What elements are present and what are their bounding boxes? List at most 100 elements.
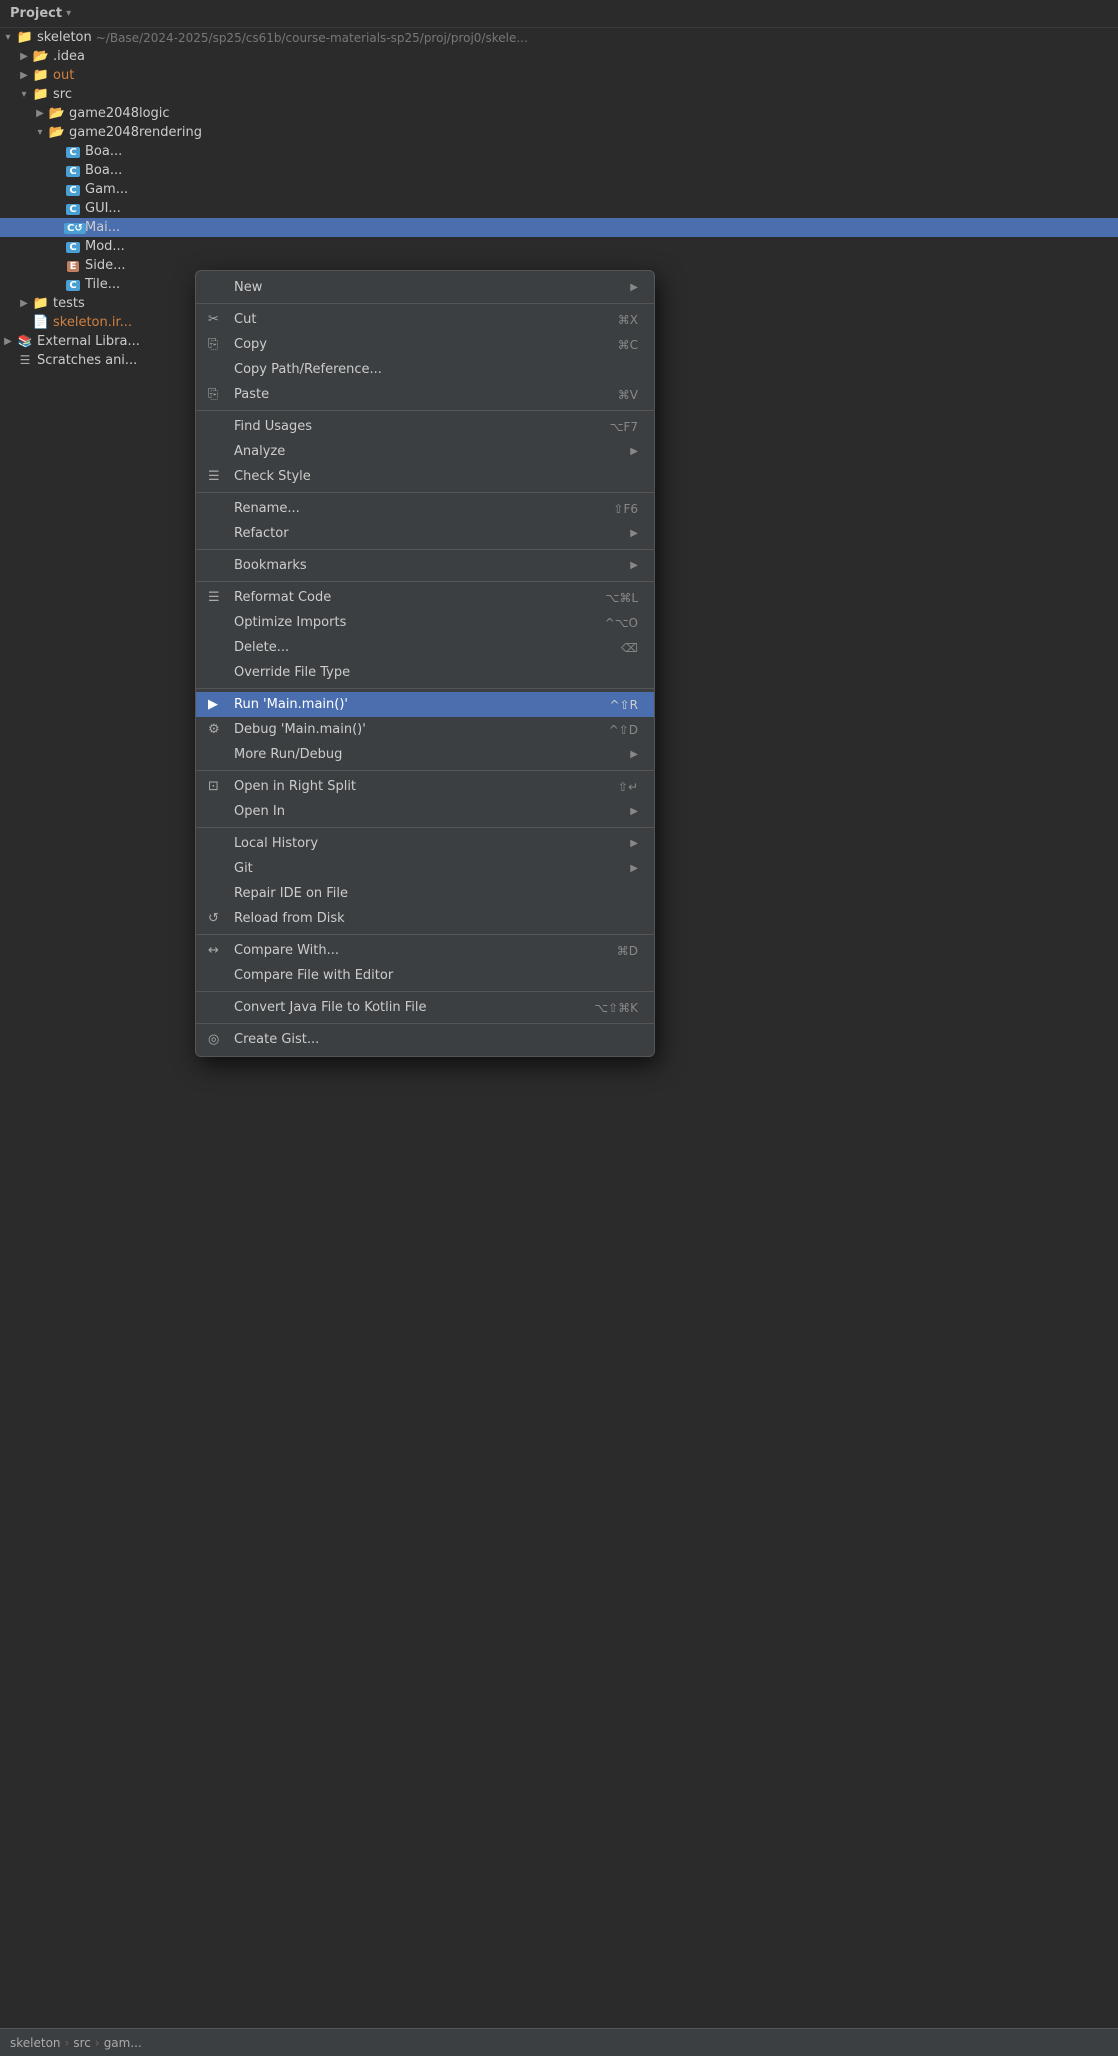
menu-item-bookmarks[interactable]: Bookmarks▶: [196, 553, 654, 578]
menu-label-reload-from-disk: Reload from Disk: [234, 911, 638, 926]
menu-item-rename[interactable]: Rename...⇧F6: [196, 496, 654, 521]
menu-shortcut-find-usages: ⌥F7: [610, 420, 638, 434]
tree-item-board1[interactable]: CBoa...: [0, 142, 1118, 161]
menu-item-new[interactable]: New ▶: [196, 275, 654, 300]
tree-item-main[interactable]: C↺Mai...: [0, 218, 1118, 237]
tree-item-src[interactable]: ▾📁src: [0, 85, 1118, 104]
menu-item-optimize-imports[interactable]: Optimize Imports^⌥O: [196, 610, 654, 635]
tree-item-board2[interactable]: CBoa...: [0, 161, 1118, 180]
tree-arrow-game2048rendering: ▾: [32, 127, 48, 138]
menu-label-convert-java-kotlin: Convert Java File to Kotlin File: [234, 1000, 574, 1015]
tree-item-out[interactable]: ▶📁out: [0, 66, 1118, 85]
menu-item-paste[interactable]: ⎘Paste⌘V: [196, 382, 654, 407]
tree-label-game2048rendering: game2048rendering: [69, 125, 202, 140]
tree-arrow-out: ▶: [16, 70, 32, 81]
menu-item-analyze[interactable]: Analyze▶: [196, 439, 654, 464]
context-menu: New▶✂Cut⌘X⎘Copy⌘CCopy Path/Reference...⎘…: [195, 270, 655, 1057]
menu-shortcut-rename: ⇧F6: [613, 502, 638, 516]
tree-arrow-external-libs: ▶: [0, 336, 16, 347]
menu-item-cut[interactable]: ✂Cut⌘X: [196, 307, 654, 332]
menu-item-delete[interactable]: Delete...⌫: [196, 635, 654, 660]
menu-item-git[interactable]: Git▶: [196, 856, 654, 881]
menu-item-repair-ide[interactable]: Repair IDE on File: [196, 881, 654, 906]
tree-label-skeleton-root: skeleton: [37, 30, 92, 45]
menu-item-override-file-type[interactable]: Override File Type: [196, 660, 654, 685]
tree-arrow-src: ▾: [16, 89, 32, 100]
tree-icon-src: 📁: [32, 87, 50, 102]
submenu-arrow-new: ▶: [630, 282, 638, 293]
menu-item-reformat-code[interactable]: ☰ Reformat Code ⌥⌘L: [196, 585, 654, 610]
menu-label-reformat-code: Reformat Code: [234, 590, 585, 605]
tree-item-game2048logic[interactable]: ▶📂game2048logic: [0, 104, 1118, 123]
tree-item-model[interactable]: CMod...: [0, 237, 1118, 256]
menu-label-open-in: Open In: [234, 804, 622, 819]
menu-shortcut-reformat-code: ⌥⌘L: [605, 591, 638, 605]
menu-divider-sep9: [196, 934, 654, 935]
tree-item-game[interactable]: CGam...: [0, 180, 1118, 199]
tree-label-board2: Boa...: [85, 163, 122, 178]
tree-label-game2048logic: game2048logic: [69, 106, 170, 121]
menu-label-cut: Cut: [234, 312, 598, 327]
menu-item-compare-with-editor[interactable]: Compare File with Editor: [196, 963, 654, 988]
tree-label-out: out: [53, 68, 74, 83]
menu-divider-sep5: [196, 581, 654, 582]
menu-item-run-main[interactable]: ▶Run 'Main.main()'^⇧R: [196, 692, 654, 717]
tree-label-skeleton-ir: skeleton.ir...: [53, 315, 132, 330]
menu-item-create-gist[interactable]: ◎Create Gist...: [196, 1027, 654, 1052]
menu-divider-sep8: [196, 827, 654, 828]
tree-icon-skeleton-ir: 📄: [32, 315, 50, 330]
submenu-arrow-bookmarks: ▶: [630, 560, 638, 571]
menu-icon-reload-from-disk: ↺: [208, 911, 228, 926]
tree-item-game2048rendering[interactable]: ▾📂game2048rendering: [0, 123, 1118, 142]
menu-divider-sep4: [196, 549, 654, 550]
menu-item-more-run-debug[interactable]: More Run/Debug▶: [196, 742, 654, 767]
menu-item-find-usages[interactable]: Find Usages ⌥F7: [196, 414, 654, 439]
menu-shortcut-paste: ⌘V: [618, 388, 638, 402]
menu-item-refactor[interactable]: Refactor▶: [196, 521, 654, 546]
menu-item-check-style[interactable]: ☰Check Style: [196, 464, 654, 489]
menu-label-compare-with-editor: Compare File with Editor: [234, 968, 638, 983]
tree-icon-scratches: ☰: [16, 353, 34, 368]
menu-item-convert-java-kotlin[interactable]: Convert Java File to Kotlin File⌥⇧⌘K: [196, 995, 654, 1020]
menu-divider-sep11: [196, 1023, 654, 1024]
tree-label-tile: Tile...: [85, 277, 120, 292]
menu-label-copy: Copy: [234, 337, 598, 352]
menu-icon-open-right-split: ⊡: [208, 779, 228, 794]
menu-label-find-usages: Find Usages: [234, 419, 590, 434]
menu-item-local-history[interactable]: Local History▶: [196, 831, 654, 856]
menu-icon-copy: ⎘: [208, 337, 228, 352]
tree-label-external-libs: External Libra...: [37, 334, 140, 349]
menu-item-debug-main[interactable]: ⚙Debug 'Main.main()'^⇧D: [196, 717, 654, 742]
menu-label-debug-main: Debug 'Main.main()': [234, 722, 589, 737]
menu-item-copy-path[interactable]: Copy Path/Reference...: [196, 357, 654, 382]
menu-divider-sep2: [196, 410, 654, 411]
menu-item-reload-from-disk[interactable]: ↺ Reload from Disk: [196, 906, 654, 931]
menu-label-run-main: Run 'Main.main()': [234, 697, 590, 712]
tree-icon-game2048rendering: 📂: [48, 125, 66, 140]
tree-path-skeleton-root: ~/Base/2024-2025/sp25/cs61b/course-mater…: [96, 31, 528, 45]
menu-item-compare-with[interactable]: ↔Compare With...⌘D: [196, 938, 654, 963]
tree-item-gui[interactable]: CGUI...: [0, 199, 1118, 218]
tree-label-game: Gam...: [85, 182, 128, 197]
menu-shortcut-optimize-imports: ^⌥O: [605, 616, 638, 630]
menu-item-open-in[interactable]: Open In▶: [196, 799, 654, 824]
menu-label-analyze: Analyze: [234, 444, 622, 459]
tree-icon-model: C: [64, 239, 82, 254]
tree-label-src: src: [53, 87, 72, 102]
menu-icon-cut: ✂: [208, 312, 228, 327]
tree-item-idea[interactable]: ▶📂.idea: [0, 47, 1118, 66]
panel-header[interactable]: Project ▾: [0, 0, 1118, 28]
menu-icon-reformat-code: ☰: [208, 590, 228, 605]
tree-label-idea: .idea: [53, 49, 85, 64]
submenu-arrow-local-history: ▶: [630, 838, 638, 849]
tree-label-model: Mod...: [85, 239, 125, 254]
menu-label-new: New: [234, 280, 622, 295]
tree-icon-tests: 📁: [32, 296, 50, 311]
menu-item-copy[interactable]: ⎘Copy⌘C: [196, 332, 654, 357]
tree-item-skeleton-root[interactable]: ▾📁skeleton~/Base/2024-2025/sp25/cs61b/co…: [0, 28, 1118, 47]
menu-item-open-right-split[interactable]: ⊡Open in Right Split⇧↵: [196, 774, 654, 799]
menu-label-refactor: Refactor: [234, 526, 622, 541]
menu-label-override-file-type: Override File Type: [234, 665, 638, 680]
menu-icon-run-main: ▶: [208, 697, 228, 712]
breadcrumb-separator-1: ›: [65, 2036, 70, 2050]
